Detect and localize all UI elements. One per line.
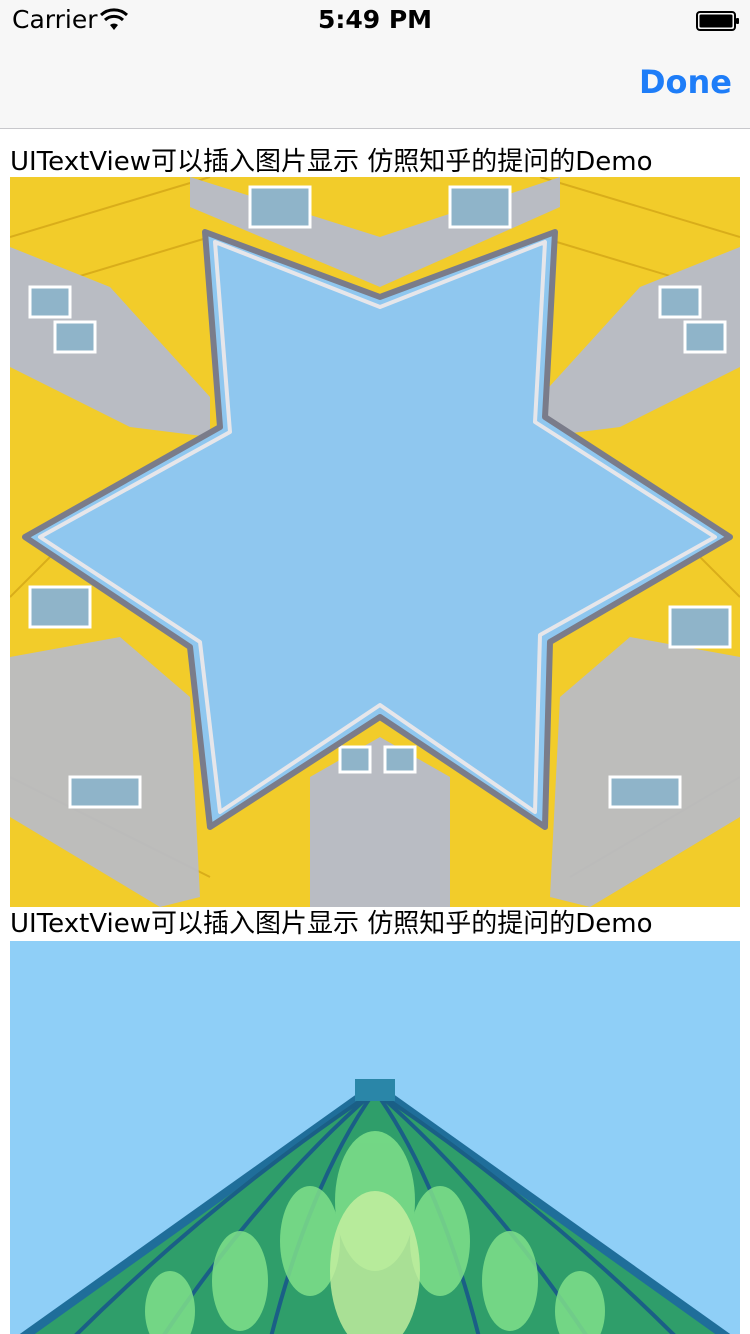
inserted-image-cube-houses — [10, 177, 740, 907]
status-bar: Carrier 5:49 PM — [0, 0, 750, 40]
text-line: UITextView可以插入图片显示 仿照知乎的提问的Demo — [10, 909, 653, 939]
battery-icon — [696, 10, 740, 32]
text-view[interactable]: UITextView可以插入图片显示 仿照知乎的提问的Demo UITextVi… — [0, 129, 750, 1334]
navigation-bar: Done — [0, 40, 750, 129]
inserted-image-green-building — [10, 941, 740, 1334]
text-line: UITextView可以插入图片显示 仿照知乎的提问的Demo — [10, 147, 653, 177]
done-button[interactable]: Done — [639, 62, 732, 102]
status-time: 5:49 PM — [317, 5, 433, 34]
